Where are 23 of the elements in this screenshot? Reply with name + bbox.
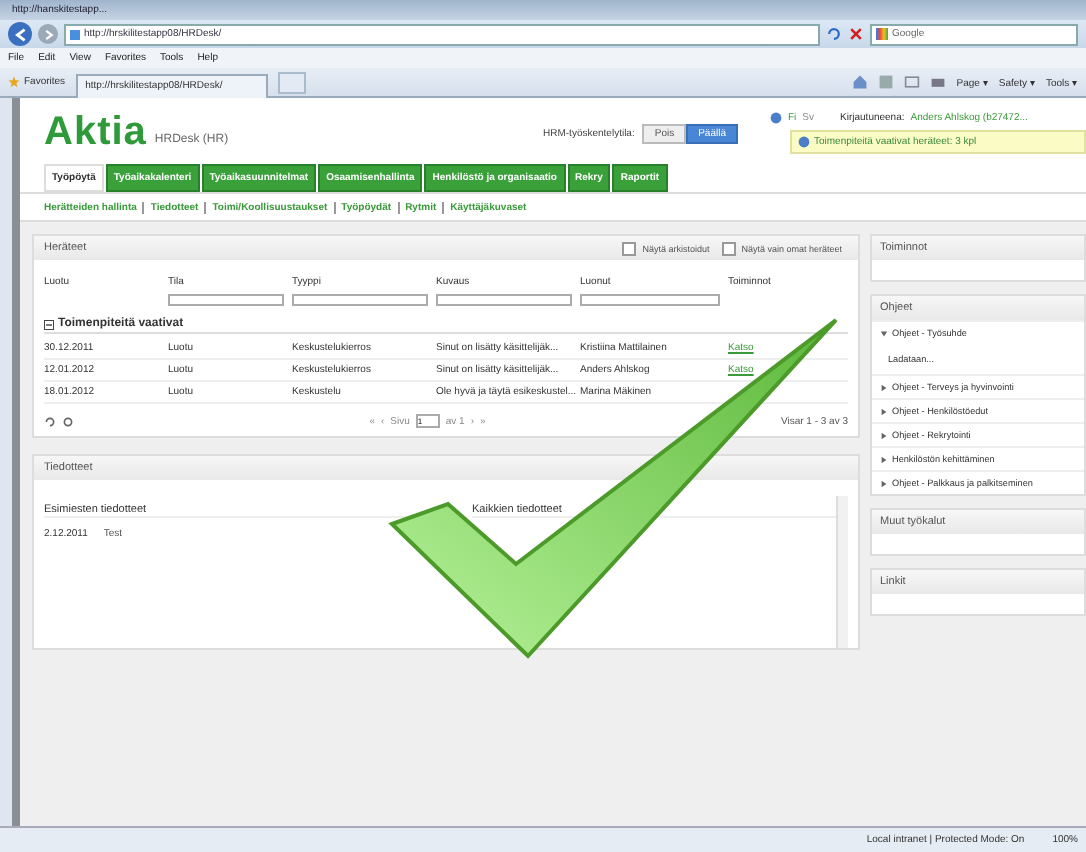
expanded-arrow-icon[interactable] [880,329,888,337]
filter-field[interactable] [292,294,428,306]
checkbox[interactable] [622,241,637,255]
forward-button[interactable] [38,24,58,44]
collapsed-arrow-icon[interactable] [880,455,888,463]
star-icon [8,76,20,88]
home-icon[interactable] [852,74,869,90]
back-button[interactable] [8,22,32,46]
scrollbar[interactable] [836,496,848,648]
collapsed-arrow-icon[interactable] [880,479,888,487]
filter-field[interactable] [168,294,284,306]
refresh-icon[interactable] [826,26,842,42]
refresh-icon[interactable] [44,415,56,427]
close-icon[interactable] [848,26,864,42]
collapse-icon[interactable] [44,319,54,329]
collapsed-arrow-icon[interactable] [880,383,888,391]
filter-field[interactable] [436,294,572,306]
checkbox[interactable] [721,241,736,255]
search-logo-icon [876,28,888,40]
logo: Aktia [44,110,147,156]
collapsed-arrow-icon[interactable] [880,431,888,439]
collapsed-arrow-icon[interactable] [880,407,888,415]
filter-field[interactable] [580,294,720,306]
